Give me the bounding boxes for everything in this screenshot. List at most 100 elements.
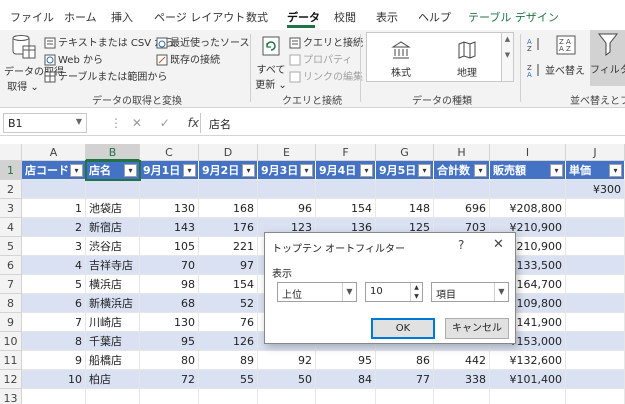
table-cell[interactable]: 76 bbox=[199, 313, 258, 332]
column-header-c[interactable]: C bbox=[140, 144, 199, 161]
chevron-down-icon[interactable]: ▼ bbox=[342, 283, 356, 301]
data-types-gallery[interactable]: 株式 地理 ▲ ▼ bbox=[366, 32, 514, 82]
row-header[interactable]: 10 bbox=[0, 332, 22, 351]
sort-az-button[interactable]: AZ bbox=[526, 36, 542, 55]
get-data-button[interactable]: データの取得 取得 ⌄ bbox=[4, 34, 64, 93]
filter-dropdown-icon[interactable]: ▾ bbox=[360, 164, 373, 177]
table-cell[interactable]: 80 bbox=[140, 351, 199, 370]
tab-help[interactable]: ヘルプ bbox=[418, 9, 451, 25]
table-cell[interactable]: 148 bbox=[376, 199, 434, 218]
table-cell[interactable]: 渋谷店 bbox=[86, 237, 140, 256]
table-cell[interactable]: 84 bbox=[316, 370, 376, 389]
row-header[interactable]: 2 bbox=[0, 180, 22, 199]
tab-table-design[interactable]: テーブル デザイン bbox=[468, 9, 559, 25]
table-cell[interactable]: 154 bbox=[316, 199, 376, 218]
table-cell[interactable]: 68 bbox=[140, 294, 199, 313]
table-cell[interactable] bbox=[566, 294, 625, 313]
table-cell[interactable] bbox=[566, 332, 625, 351]
table-cell[interactable] bbox=[566, 275, 625, 294]
table-cell[interactable] bbox=[376, 180, 434, 199]
table-cell[interactable]: 130 bbox=[140, 313, 199, 332]
gallery-down-icon[interactable]: ▼ bbox=[502, 51, 513, 59]
table-header-cell[interactable]: 9月3日 ▾ bbox=[258, 161, 316, 180]
from-text-csv-button[interactable]: テキストまたは CSV から bbox=[44, 34, 174, 49]
table-cell[interactable]: 川崎店 bbox=[86, 313, 140, 332]
table-cell[interactable]: 338 bbox=[434, 370, 490, 389]
table-cell[interactable] bbox=[490, 180, 566, 199]
table-cell[interactable]: 126 bbox=[199, 332, 258, 351]
table-cell[interactable]: 95 bbox=[140, 332, 199, 351]
table-cell[interactable]: ¥208,800 bbox=[490, 199, 566, 218]
tab-page-layout[interactable]: ページ レイアウト bbox=[154, 9, 245, 25]
close-icon[interactable]: ✕ bbox=[493, 237, 504, 252]
table-cell[interactable] bbox=[566, 313, 625, 332]
table-cell[interactable]: 7 bbox=[22, 313, 86, 332]
unit-select[interactable]: 項目 ▼ bbox=[431, 282, 509, 302]
row-header[interactable]: 11 bbox=[0, 351, 22, 370]
table-cell[interactable]: 442 bbox=[434, 351, 490, 370]
filter-dropdown-icon[interactable]: ▾ bbox=[70, 164, 83, 177]
table-cell[interactable] bbox=[434, 180, 490, 199]
table-cell[interactable]: 4 bbox=[22, 256, 86, 275]
column-header-e[interactable]: E bbox=[258, 144, 316, 161]
table-header-cell[interactable]: 9月5日 ▾ bbox=[376, 161, 434, 180]
help-icon[interactable]: ? bbox=[458, 238, 464, 252]
table-cell[interactable]: 143 bbox=[140, 218, 199, 237]
table-header-cell[interactable]: 9月2日 ▾ bbox=[199, 161, 258, 180]
table-cell[interactable]: 池袋店 bbox=[86, 199, 140, 218]
queries-connections-button[interactable]: クエリと接続 bbox=[289, 34, 363, 49]
sort-za-button[interactable]: ZA bbox=[526, 62, 542, 81]
table-cell[interactable]: 50 bbox=[258, 370, 316, 389]
from-web-button[interactable]: Web から bbox=[44, 51, 103, 66]
name-box[interactable]: B1 ▼ bbox=[3, 113, 87, 133]
filter-dropdown-icon[interactable]: ▾ bbox=[124, 164, 137, 177]
table-cell[interactable]: 10 bbox=[22, 370, 86, 389]
refresh-all-button[interactable]: すべて 更新 ⌄ bbox=[254, 34, 288, 91]
table-cell[interactable] bbox=[86, 389, 140, 404]
from-table-button[interactable]: テーブルまたは範囲から bbox=[44, 68, 167, 83]
table-cell[interactable] bbox=[566, 389, 625, 404]
table-cell[interactable]: 横浜店 bbox=[86, 275, 140, 294]
row-header[interactable]: 5 bbox=[0, 237, 22, 256]
table-header-cell[interactable]: 9月4日 ▾ bbox=[316, 161, 376, 180]
edit-links-button[interactable]: リンクの編集 bbox=[289, 68, 363, 83]
table-cell[interactable]: 92 bbox=[258, 351, 316, 370]
cancel-button[interactable]: キャンセル bbox=[445, 318, 509, 339]
table-cell[interactable] bbox=[199, 180, 258, 199]
row-header[interactable]: 3 bbox=[0, 199, 22, 218]
table-cell[interactable]: 6 bbox=[22, 294, 86, 313]
tab-view[interactable]: 表示 bbox=[376, 9, 398, 25]
table-cell[interactable]: 98 bbox=[140, 275, 199, 294]
filter-dropdown-icon[interactable]: ▾ bbox=[300, 164, 313, 177]
row-header[interactable]: 8 bbox=[0, 294, 22, 313]
table-cell[interactable]: 176 bbox=[199, 218, 258, 237]
properties-button[interactable]: プロパティ bbox=[289, 51, 352, 66]
table-cell[interactable]: 168 bbox=[199, 199, 258, 218]
table-cell[interactable] bbox=[376, 389, 434, 404]
table-cell[interactable] bbox=[22, 389, 86, 404]
tab-file[interactable]: ファイル bbox=[10, 9, 54, 25]
table-cell[interactable]: 船橋店 bbox=[86, 351, 140, 370]
table-cell[interactable]: 5 bbox=[22, 275, 86, 294]
row-header[interactable]: 13 bbox=[0, 389, 22, 404]
insert-function-icon[interactable]: fx bbox=[188, 116, 199, 130]
sort-button[interactable]: Z AA Z bbox=[552, 34, 580, 59]
table-cell[interactable]: 154 bbox=[199, 275, 258, 294]
table-cell[interactable] bbox=[140, 389, 199, 404]
table-cell[interactable] bbox=[490, 389, 566, 404]
column-header-a[interactable]: A bbox=[22, 144, 86, 161]
gallery-scroll[interactable]: ▲ ▼ bbox=[501, 33, 513, 81]
formula-input[interactable]: 店名 bbox=[200, 113, 625, 133]
ok-button[interactable]: OK bbox=[371, 318, 435, 339]
tab-formulas[interactable]: 数式 bbox=[246, 9, 268, 25]
table-cell[interactable]: ¥132,600 bbox=[490, 351, 566, 370]
table-header-cell[interactable]: 店名 ▾ bbox=[86, 161, 140, 180]
recent-sources-button[interactable]: 最近使ったソース bbox=[156, 34, 250, 49]
direction-select[interactable]: 上位 ▼ bbox=[277, 282, 357, 302]
data-type-stocks[interactable]: 株式 bbox=[371, 39, 431, 79]
table-cell[interactable]: 新宿店 bbox=[86, 218, 140, 237]
table-header-cell[interactable]: 合計数 ▾ bbox=[434, 161, 490, 180]
table-cell[interactable] bbox=[140, 180, 199, 199]
table-cell[interactable]: 72 bbox=[140, 370, 199, 389]
filter-dropdown-icon[interactable]: ▾ bbox=[550, 164, 563, 177]
